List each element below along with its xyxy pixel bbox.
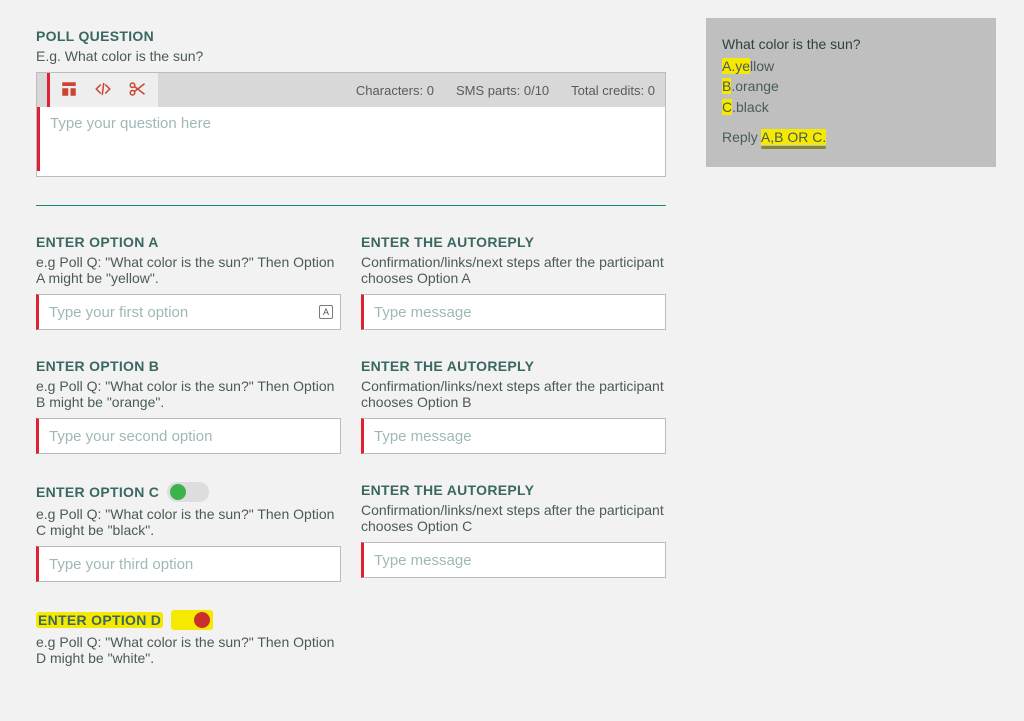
preview-panel: What color is the sun? A.yellow B.orange… <box>706 18 996 167</box>
option-d-toggle[interactable] <box>171 610 213 630</box>
preview-option-b: B.orange <box>722 76 980 96</box>
autoreply-b-label: ENTER THE AUTOREPLY <box>361 358 666 374</box>
autoreply-b-input[interactable] <box>361 418 666 454</box>
option-row: ENTER OPTION B e.g Poll Q: "What color i… <box>36 348 666 454</box>
option-b-label: ENTER OPTION B <box>36 358 341 374</box>
autoreply-c-help: Confirmation/links/next steps after the … <box>361 502 666 534</box>
option-c-help: e.g Poll Q: "What color is the sun?" The… <box>36 506 341 538</box>
option-b-help: e.g Poll Q: "What color is the sun?" The… <box>36 378 341 410</box>
option-c-label: ENTER OPTION C <box>36 482 341 502</box>
option-a-input[interactable] <box>36 294 341 330</box>
preview-question: What color is the sun? <box>722 36 980 52</box>
char-count: Characters: 0 <box>356 83 434 98</box>
option-c-toggle[interactable] <box>167 482 209 502</box>
autoreply-a-input[interactable] <box>361 294 666 330</box>
autoreply-a-help: Confirmation/links/next steps after the … <box>361 254 666 286</box>
form-main: POLL QUESTION E.g. What color is the sun… <box>36 18 666 674</box>
option-row: ENTER OPTION A e.g Poll Q: "What color i… <box>36 224 666 330</box>
scissors-icon[interactable] <box>128 80 146 101</box>
option-d-label: ENTER OPTION D <box>36 610 341 630</box>
poll-question-label: POLL QUESTION <box>36 28 666 44</box>
autoreply-a-label: ENTER THE AUTOREPLY <box>361 234 666 250</box>
poll-question-help: E.g. What color is the sun? <box>36 48 666 64</box>
option-a-label: ENTER OPTION A <box>36 234 341 250</box>
input-helper-icon[interactable]: A <box>319 305 333 319</box>
autoreply-b-help: Confirmation/links/next steps after the … <box>361 378 666 410</box>
option-a-help: e.g Poll Q: "What color is the sun?" The… <box>36 254 341 286</box>
section-divider <box>36 205 666 206</box>
template-icon[interactable] <box>60 80 78 101</box>
preview-option-a: A.yellow <box>722 56 980 76</box>
sms-parts: SMS parts: 0/10 <box>456 83 549 98</box>
code-icon[interactable] <box>94 80 112 101</box>
poll-editor: Characters: 0 SMS parts: 0/10 Total cred… <box>36 72 666 177</box>
preview-reply: Reply A,B OR C. <box>722 129 980 145</box>
preview-option-c: C.black <box>722 97 980 117</box>
option-b-input[interactable] <box>36 418 341 454</box>
option-row: ENTER OPTION D e.g Poll Q: "What color i… <box>36 600 666 674</box>
total-credits: Total credits: 0 <box>571 83 655 98</box>
option-row: ENTER OPTION C e.g Poll Q: "What color i… <box>36 472 666 582</box>
option-d-help: e.g Poll Q: "What color is the sun?" The… <box>36 634 341 666</box>
autoreply-c-label: ENTER THE AUTOREPLY <box>361 482 666 498</box>
option-c-input[interactable] <box>36 546 341 582</box>
autoreply-c-input[interactable] <box>361 542 666 578</box>
editor-toolbar: Characters: 0 SMS parts: 0/10 Total cred… <box>37 73 665 107</box>
poll-question-input[interactable] <box>37 107 665 171</box>
